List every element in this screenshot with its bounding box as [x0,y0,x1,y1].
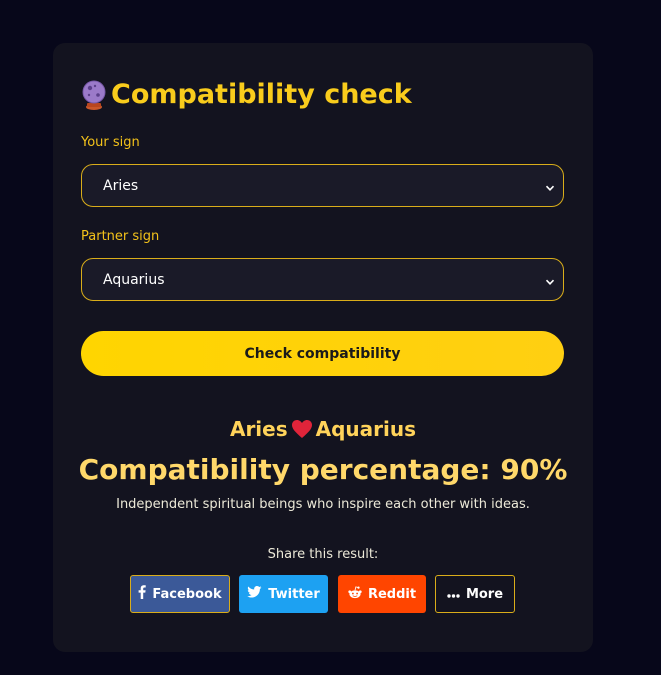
share-more-label: More [465,586,504,602]
page-title-text: Compatibility check [111,79,412,110]
heart-icon [291,419,313,439]
crystal-ball-icon [81,80,107,110]
compatibility-percentage: Compatibility percentage: 90% [78,453,568,486]
your-sign-label: Your sign [81,135,140,150]
share-twitter-label: Twitter [268,586,320,602]
chevron-down-icon [545,275,555,285]
your-sign-value: Aries [103,177,139,194]
compatibility-description: Independent spiritual beings who inspire… [116,497,530,512]
partner-sign-value: Aquarius [103,271,165,288]
partner-sign-label: Partner sign [81,229,160,244]
facebook-icon [138,585,147,603]
check-compatibility-button[interactable]: Check compatibility [81,331,564,376]
share-more-button[interactable]: More [435,575,515,613]
sign-b: Aquarius [315,417,417,441]
compatibility-card: Compatibility check Your sign Aries Part… [53,43,593,652]
share-reddit-button[interactable]: Reddit [338,575,426,613]
sign-pair: Aries Aquarius [53,417,593,441]
page-title: Compatibility check [81,79,412,110]
sign-a: Aries [229,417,288,441]
share-facebook-button[interactable]: Facebook [130,575,230,613]
partner-sign-select[interactable]: Aquarius [81,258,564,301]
share-reddit-label: Reddit [367,586,417,602]
share-label: Share this result: [267,547,379,562]
your-sign-select[interactable]: Aries [81,164,564,207]
share-twitter-button[interactable]: Twitter [239,575,328,613]
more-dots-icon [447,587,460,602]
twitter-icon [247,586,262,602]
reddit-icon [348,585,362,603]
share-facebook-label: Facebook [152,586,222,602]
chevron-down-icon [545,181,555,191]
